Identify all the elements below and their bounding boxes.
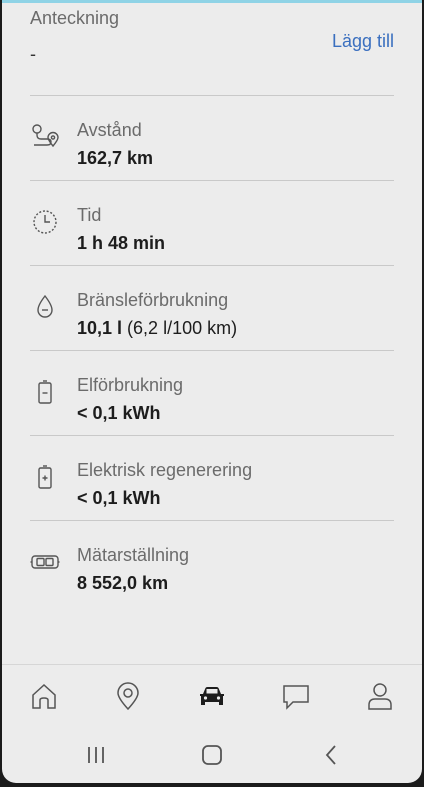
map-pin-icon[interactable]	[113, 681, 143, 711]
battery-plus-icon	[30, 462, 60, 492]
fuel-drop-icon	[30, 292, 60, 322]
stat-label: Avstånd	[77, 120, 142, 140]
stat-label: Tid	[77, 205, 102, 225]
clock-icon	[30, 207, 60, 237]
profile-icon[interactable]	[365, 681, 395, 711]
stat-value-main: < 0,1 kWh	[77, 403, 161, 423]
stat-value: < 0,1 kWh	[77, 488, 161, 509]
stat-row-fuel: Bränsleförbrukning 10,1 l (6,2 l/100 km)	[30, 266, 394, 350]
system-nav-bar	[2, 726, 422, 783]
stat-row-odometer: Mätarställning 8 552,0 km	[30, 521, 394, 605]
stat-value-main: < 0,1 kWh	[77, 488, 161, 508]
stat-value-extra: (6,2 l/100 km)	[122, 318, 238, 338]
note-label: Anteckning	[30, 8, 120, 28]
stat-row-distance: Avstånd 162,7 km	[30, 96, 394, 180]
stat-label: Mätarställning	[77, 545, 190, 565]
route-icon	[30, 122, 60, 152]
stat-value: 1 h 48 min	[77, 233, 165, 254]
bottom-nav	[2, 664, 422, 727]
stat-value-main: 10,1 l	[77, 318, 123, 338]
stat-label: Elektrisk regenerering	[77, 460, 253, 480]
note-value: -	[30, 44, 36, 64]
car-icon[interactable]	[197, 681, 227, 711]
stat-value: 8 552,0 km	[77, 573, 168, 594]
back-icon[interactable]	[320, 743, 344, 767]
recent-apps-icon[interactable]	[84, 743, 108, 767]
stat-row-electric-consumption: Elförbrukning < 0,1 kWh	[30, 351, 394, 435]
add-note-button[interactable]: Lägg till	[332, 31, 394, 52]
trip-details-screen: Anteckning - Lägg till Avstånd 162,7 km …	[2, 0, 422, 783]
stat-label: Elförbrukning	[77, 375, 184, 395]
battery-minus-icon	[30, 377, 60, 407]
chat-icon[interactable]	[281, 681, 311, 711]
stat-value: 10,1 l (6,2 l/100 km)	[77, 318, 237, 339]
home-button-icon[interactable]	[200, 743, 224, 767]
home-icon[interactable]	[29, 681, 59, 711]
stat-label: Bränsleförbrukning	[77, 290, 229, 310]
stat-row-regeneration: Elektrisk regenerering < 0,1 kWh	[30, 436, 394, 520]
stat-value: < 0,1 kWh	[77, 403, 161, 424]
note-section: Anteckning - Lägg till	[30, 0, 394, 95]
stat-value: 162,7 km	[77, 148, 153, 169]
stat-value-main: 1 h 48 min	[77, 233, 166, 253]
stat-value-main: 8 552,0 km	[77, 573, 169, 593]
odometer-icon	[30, 547, 60, 577]
stat-value-main: 162,7 km	[77, 148, 154, 168]
stat-row-time: Tid 1 h 48 min	[30, 181, 394, 265]
